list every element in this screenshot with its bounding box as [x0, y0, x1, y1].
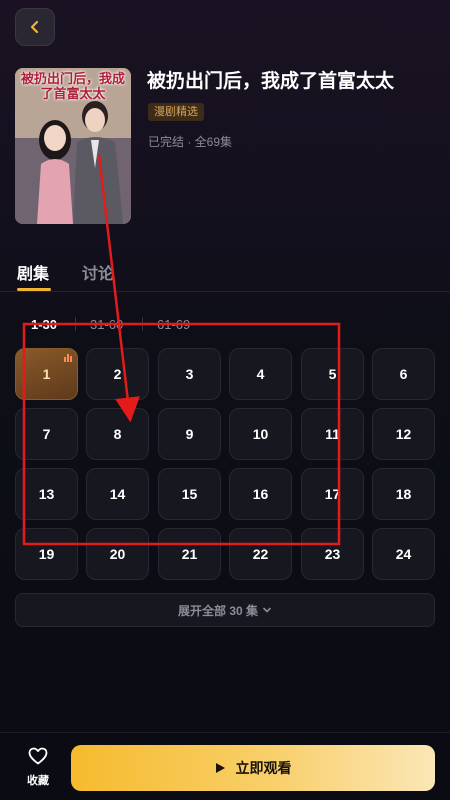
episode-number: 8	[113, 426, 122, 442]
episode-button[interactable]: 11	[301, 408, 364, 460]
episode-button[interactable]: 8	[86, 408, 149, 460]
episode-button[interactable]: 14	[86, 468, 149, 520]
episode-button[interactable]: 23	[301, 528, 364, 580]
episode-number: 19	[38, 546, 55, 562]
episode-number: 13	[38, 486, 55, 502]
range-divider	[75, 317, 76, 331]
episode-button[interactable]: 4	[229, 348, 292, 400]
episode-number: 6	[399, 366, 408, 382]
episode-number: 3	[185, 366, 194, 382]
range-31-60[interactable]: 31-60	[90, 317, 123, 332]
play-icon	[215, 763, 225, 773]
episode-button[interactable]: 15	[158, 468, 221, 520]
episode-number: 1	[42, 366, 51, 382]
chevron-left-icon	[30, 20, 39, 34]
cover-image[interactable]: 被扔出门后，我成了首富太太	[15, 68, 131, 224]
episode-number: 4	[256, 366, 265, 382]
episode-number: 10	[252, 426, 269, 442]
episode-button[interactable]: 5	[301, 348, 364, 400]
episode-number: 15	[181, 486, 198, 502]
episode-button[interactable]: 19	[15, 528, 78, 580]
chevron-down-icon	[263, 607, 271, 613]
episode-number: 22	[252, 546, 269, 562]
episode-button[interactable]: 21	[158, 528, 221, 580]
tab-bar: 剧集 讨论	[0, 252, 450, 292]
watch-now-button[interactable]: 立即观看	[71, 745, 435, 791]
drama-title: 被扔出门后，我成了首富太太	[147, 71, 395, 92]
episode-button[interactable]: 12	[372, 408, 435, 460]
episode-number: 18	[395, 486, 412, 502]
episode-number: 21	[181, 546, 198, 562]
episode-number: 17	[324, 486, 341, 502]
tab-episodes[interactable]: 剧集	[17, 260, 49, 284]
heart-icon	[28, 747, 48, 765]
episode-range-selector: 1-30 31-60 61-69	[0, 312, 450, 338]
episode-number: 5	[328, 366, 337, 382]
episode-button[interactable]: 17	[301, 468, 364, 520]
episode-number: 11	[325, 426, 340, 442]
episode-button[interactable]: 9	[158, 408, 221, 460]
favorite-button[interactable]: 收藏	[16, 747, 60, 788]
expand-all-button[interactable]: 展开全部 30 集	[15, 593, 435, 627]
episode-button[interactable]: 24	[372, 528, 435, 580]
episode-button[interactable]: 10	[229, 408, 292, 460]
episode-button[interactable]: 16	[229, 468, 292, 520]
drama-meta: 已完结 · 全69集	[148, 135, 233, 149]
cover-title: 被扔出门后，我成了首富太太	[20, 72, 125, 102]
episode-button[interactable]: 22	[229, 528, 292, 580]
episode-button[interactable]: 7	[15, 408, 78, 460]
episode-number: 2	[113, 366, 122, 382]
episode-number: 12	[395, 426, 412, 442]
favorite-label: 收藏	[27, 775, 49, 787]
tab-discussion[interactable]: 讨论	[82, 260, 114, 284]
range-61-69[interactable]: 61-69	[157, 317, 190, 332]
top-bar	[0, 0, 450, 52]
episode-button[interactable]: 18	[372, 468, 435, 520]
episode-number: 23	[324, 546, 341, 562]
category-tag: 漫剧精选	[148, 103, 204, 121]
expand-label: 展开全部 30 集	[177, 603, 259, 618]
episode-button[interactable]: 6	[372, 348, 435, 400]
tab-active-indicator	[17, 288, 51, 291]
episode-button[interactable]: 20	[86, 528, 149, 580]
episode-number: 7	[42, 426, 51, 442]
episode-number: 14	[109, 486, 126, 502]
equalizer-icon	[64, 354, 72, 362]
watch-now-label: 立即观看	[235, 760, 292, 776]
drama-header: 被扔出门后，我成了首富太太 被扔出门后，我成了首富太太 漫剧精选 已完结 · 全…	[0, 60, 450, 235]
episode-button[interactable]: 2	[86, 348, 149, 400]
episode-button[interactable]: 3	[158, 348, 221, 400]
episode-number: 24	[395, 546, 412, 562]
back-button[interactable]	[15, 8, 55, 46]
range-1-30[interactable]: 1-30	[31, 317, 57, 332]
episode-button[interactable]: 1	[15, 348, 78, 400]
bottom-bar: 收藏 立即观看	[0, 732, 450, 800]
episode-number: 20	[109, 546, 126, 562]
range-divider	[142, 317, 143, 331]
episode-button[interactable]: 13	[15, 468, 78, 520]
episode-number: 9	[185, 426, 194, 442]
episode-number: 16	[252, 486, 269, 502]
